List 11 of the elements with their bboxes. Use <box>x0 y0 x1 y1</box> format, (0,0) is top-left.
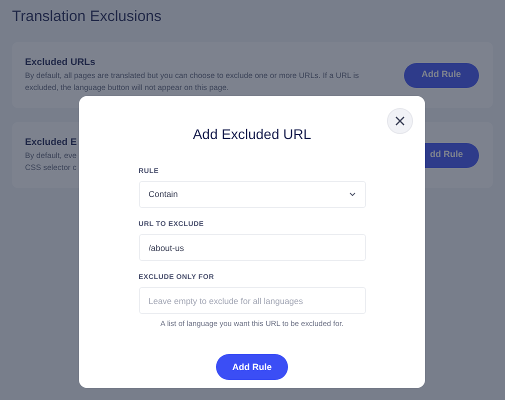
section-title: Excluded E <box>25 136 77 150</box>
input-field[interactable]: /about-us <box>138 234 366 261</box>
section-title: Excluded URLs <box>25 56 96 70</box>
rule-select[interactable]: Contain <box>138 181 366 208</box>
input-field[interactable]: Leave empty to exclude for all languages <box>138 287 366 314</box>
page-title: Translation Exclusions <box>12 7 163 27</box>
close-button[interactable] <box>387 108 413 134</box>
close-icon <box>395 116 405 126</box>
add-rule-button[interactable]: Add Rule <box>216 354 288 380</box>
chevron-down-icon <box>348 192 356 197</box>
modal-title: Add Excluded URL <box>192 125 312 144</box>
